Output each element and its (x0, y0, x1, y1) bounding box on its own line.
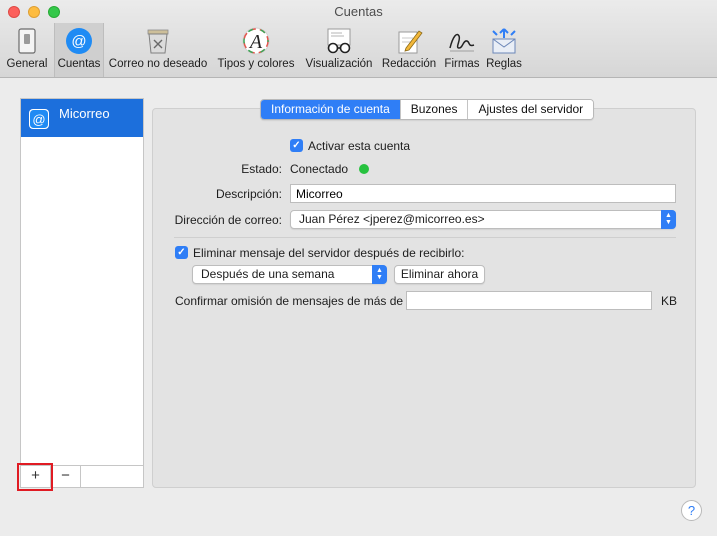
help-button[interactable]: ? (681, 500, 702, 521)
toolbar-signatures-label: Firmas (444, 58, 480, 70)
toolbar-general[interactable]: General (2, 23, 52, 77)
description-field[interactable] (290, 184, 676, 203)
at-sign-icon: @ (29, 109, 49, 129)
account-item-micorreo[interactable]: @ Micorreo (21, 99, 143, 137)
toolbar-junk-label: Correo no deseado (108, 58, 208, 70)
toolbar-junk[interactable]: Correo no deseado (106, 23, 210, 77)
tab-account-info[interactable]: Información de cuenta (261, 100, 401, 119)
description-label: Descripción: (215, 187, 282, 201)
toolbar-cuentas[interactable]: @ Cuentas (54, 23, 104, 77)
toolbar-signatures[interactable]: Firmas (441, 23, 483, 77)
status-label: Estado: (241, 162, 282, 176)
enable-account-checkbox[interactable]: ✓ (290, 139, 303, 152)
enable-account-label: Activar esta cuenta (308, 139, 411, 153)
divider (174, 237, 676, 238)
delete-after-popup[interactable]: Después de una semana ▲ ▼ (192, 265, 387, 284)
svg-text:@: @ (71, 33, 86, 50)
toolbar-composing-label: Redacción (381, 58, 437, 70)
svg-text:A: A (248, 31, 263, 53)
rules-envelope-icon (492, 28, 516, 54)
size-unit-label: KB (661, 294, 678, 308)
svg-text:@: @ (32, 112, 45, 127)
delete-from-server-checkbox[interactable]: ✓ (175, 246, 188, 259)
tab-server-settings[interactable]: Ajustes del servidor (468, 100, 594, 119)
junk-trash-icon (147, 29, 169, 54)
toolbar-rules-label: Reglas (486, 58, 522, 70)
toolbar-viewing[interactable]: Visualización (300, 23, 378, 77)
delete-from-server-label: Eliminar mensaje del servidor después de… (193, 246, 465, 260)
email-address-label: Dirección de correo: (174, 213, 282, 227)
preferences-window: Cuentas General @ Cuentas Correo no dese… (0, 0, 717, 536)
remove-account-button[interactable]: − (51, 466, 81, 487)
toolbar-composing[interactable]: Redacción (378, 23, 440, 77)
status-indicator (359, 164, 369, 174)
toolbar-fonts-label: Tipos y colores (217, 58, 295, 70)
font-a-icon: A (242, 27, 270, 55)
tab-mailboxes[interactable]: Buzones (400, 100, 469, 119)
delete-after-value: Después de una semana (201, 267, 335, 281)
delete-now-button[interactable]: Eliminar ahora (394, 265, 485, 284)
signature-icon (449, 33, 475, 52)
highlight-box (17, 463, 53, 491)
toolbar-fonts[interactable]: A Tipos y colores (212, 23, 300, 77)
accounts-list: @ Micorreo + − (20, 98, 144, 488)
settings-tabs: Información de cuenta Buzones Ajustes de… (260, 99, 595, 120)
popup-arrows-icon: ▲ ▼ (661, 210, 676, 229)
toolbar-general-label: General (6, 58, 48, 70)
titlebar: Cuentas General @ Cuentas Correo no dese… (0, 0, 717, 78)
status-value: Conectado (290, 162, 349, 176)
at-sign-icon: @ (66, 28, 92, 54)
pencil-pad-icon (398, 30, 423, 54)
email-address-popup[interactable]: Juan Pérez <jperez@micorreo.es> ▲ ▼ (290, 210, 676, 229)
email-address-value: Juan Pérez <jperez@micorreo.es> (299, 212, 485, 226)
toolbar-rules[interactable]: Reglas (483, 23, 525, 77)
skip-messages-label: Confirmar omisión de mensajes de más de (175, 294, 404, 308)
account-name: Micorreo (59, 106, 110, 121)
toolbar-viewing-label: Visualización (305, 58, 373, 70)
window-title: Cuentas (334, 4, 383, 19)
glasses-icon (327, 28, 351, 54)
skip-messages-size-field[interactable] (406, 291, 652, 310)
popup-arrows-icon: ▲ ▼ (372, 265, 387, 284)
general-switch-icon (18, 28, 36, 54)
toolbar-cuentas-label: Cuentas (57, 58, 101, 70)
